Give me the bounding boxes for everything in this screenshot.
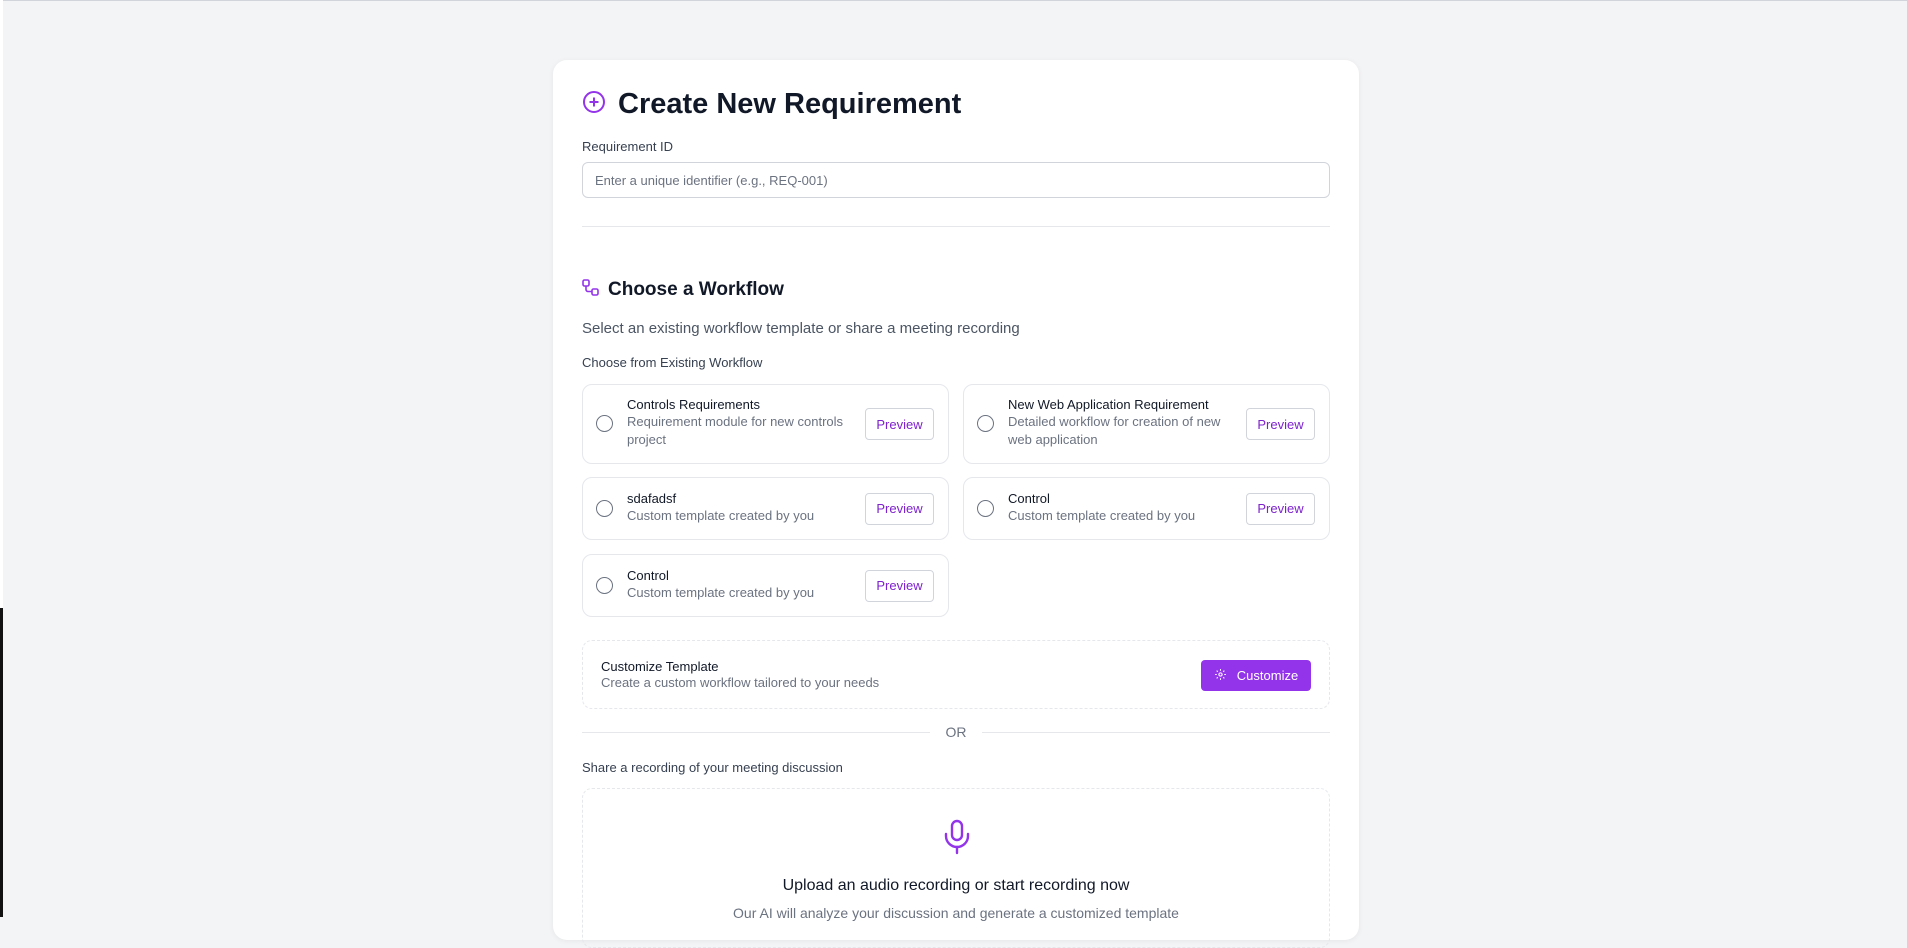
preview-button[interactable]: Preview (865, 569, 934, 602)
preview-button[interactable]: Preview (865, 408, 934, 440)
workflow-radio[interactable] (596, 499, 613, 517)
workflow-option-description: Custom template created by you (1008, 508, 1196, 523)
workflow-option-name: Control (627, 568, 669, 583)
upload-description: Our AI will analyze your discussion and … (733, 905, 1179, 921)
workflow-option[interactable]: New Web Application Requirement Detailed… (963, 384, 1330, 464)
workflow-option-name: Control (1008, 491, 1050, 506)
customize-description: Create a custom workflow tailored to you… (601, 675, 880, 690)
workflow-option-name: New Web Application Requirement (1008, 397, 1209, 412)
microphone-icon (943, 819, 971, 860)
workflow-option-text: New Web Application Requirement Detailed… (1008, 397, 1228, 449)
requirement-id-input[interactable] (582, 162, 1330, 198)
or-separator: OR (582, 724, 1330, 742)
recording-label: Share a recording of your meeting discus… (582, 760, 843, 775)
customize-template-panel: Customize Template Create a custom workf… (582, 640, 1330, 709)
workflow-option-description: Requirement module for new controls proj… (627, 414, 844, 447)
workflow-option[interactable]: Control Custom template created by you P… (582, 554, 949, 617)
upload-title: Upload an audio recording or start recor… (782, 877, 1130, 894)
workflow-radio[interactable] (977, 415, 994, 432)
workflow-option[interactable]: Control Custom template created by you P… (963, 477, 1330, 540)
workflow-option-text: sdafadsf Custom template created by you (627, 491, 847, 525)
customize-title: Customize Template (601, 659, 719, 674)
workflow-option-text: Control Custom template created by you (627, 568, 847, 602)
workflow-option-description: Custom template created by you (627, 585, 815, 600)
customize-button[interactable]: Customize (1201, 660, 1311, 691)
workflow-icon (582, 279, 599, 301)
audio-upload-dropzone[interactable]: Upload an audio recording or start recor… (582, 788, 1330, 948)
workflow-section-header: Choose a Workflow (582, 279, 784, 301)
workflow-option-text: Control Custom template created by you (1008, 491, 1228, 525)
window-top-border (0, 0, 1907, 1)
workflow-option-description: Detailed workflow for creation of new we… (1008, 414, 1221, 447)
workflow-radio[interactable] (596, 576, 613, 594)
existing-workflow-label: Choose from Existing Workflow (582, 355, 763, 370)
preview-button[interactable]: Preview (1246, 408, 1315, 440)
workflow-title: Choose a Workflow (608, 279, 784, 300)
workflow-option-description: Custom template created by you (627, 508, 815, 523)
plus-circle-icon (582, 90, 606, 119)
page-header: Create New Requirement (582, 88, 961, 121)
page-title: Create New Requirement (618, 88, 962, 120)
workflow-option[interactable]: Controls Requirements Requirement module… (582, 384, 949, 464)
workflow-option-name: Controls Requirements (627, 397, 760, 412)
customize-button-label: Customize (1236, 668, 1299, 683)
workflow-radio[interactable] (977, 499, 994, 517)
gear-icon (1214, 668, 1227, 684)
workflow-option-text: Controls Requirements Requirement module… (627, 397, 847, 449)
workflow-subtitle: Select an existing workflow template or … (582, 320, 1020, 337)
workflow-radio[interactable] (596, 415, 613, 432)
window-left-edge-dark (0, 608, 3, 917)
create-requirement-card: Create New Requirement Requirement ID Ch… (553, 60, 1359, 948)
preview-button[interactable]: Preview (865, 492, 934, 525)
section-divider (582, 226, 1330, 227)
requirement-id-label: Requirement ID (582, 139, 674, 154)
workflow-option[interactable]: sdafadsf Custom template created by you … (582, 477, 949, 540)
preview-button[interactable]: Preview (1246, 492, 1315, 525)
workflow-option-name: sdafadsf (627, 491, 677, 506)
separator-line-right (982, 732, 1330, 733)
